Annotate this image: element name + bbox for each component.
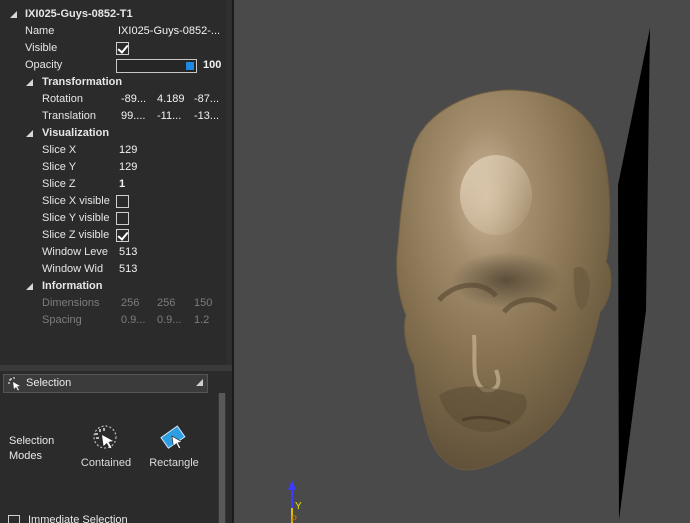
dimensions-row: Dimensions 256 256 150 [0,295,226,312]
spacing-z: 1.2 [194,314,210,326]
rotation-x[interactable]: -89... [121,91,146,108]
slice-y-value[interactable]: 129 [119,159,137,176]
contained-selection-icon [93,425,117,449]
slice-z-row: Slice Z 1 [0,176,226,193]
slice-z-visible-checkbox[interactable] [116,229,129,242]
translation-z[interactable]: -13... [194,108,219,125]
object-title: IXI025-Guys-0852-T1 [25,8,133,20]
window-width-value[interactable]: 513 [119,261,137,278]
render-viewport[interactable]: Y P [234,0,690,523]
slice-y-label: Slice Y [42,161,77,173]
dimensions-x: 256 [121,297,140,309]
spacing-label: Spacing [42,314,82,326]
name-value[interactable]: IXI025-Guys-0852-... [118,23,220,40]
slice-y-visible-checkbox[interactable] [116,212,129,225]
window-level-row: Window Leve 513 [0,244,226,261]
transformation-title: Transformation [42,76,123,88]
dimensions-y: 256 [157,297,176,309]
contained-mode-label: Contained [80,457,132,469]
collapse-triangle-icon[interactable] [26,130,33,137]
slice-z-value[interactable]: 1 [119,176,125,193]
axis-p-label: P [291,514,297,523]
selection-modes-label: Selection Modes [9,435,55,462]
opacity-label: Opacity [25,59,63,71]
selection-cursor-icon [8,377,20,391]
properties-panel: IXI025-Guys-0852-T1 Name IXI025-Guys-085… [0,0,232,365]
immediate-selection-checkbox[interactable] [8,515,20,523]
rotation-label: Rotation [42,93,83,105]
slice-y-visible-label: Slice Y visible [42,212,110,224]
slice-y-row: Slice Y 129 [0,159,226,176]
opacity-value: 100 [203,59,222,71]
window-width-row: Window Wid 513 [0,261,226,278]
visible-row: Visible [0,40,226,57]
translation-y[interactable]: -11... [157,108,181,125]
opacity-row: Opacity 100 [0,57,226,74]
slice-x-row: Slice X 129 [0,142,226,159]
slice-z-label: Slice Z [42,178,76,190]
opacity-slider-thumb[interactable] [186,62,194,70]
collapse-triangle-icon[interactable] [26,79,33,86]
window-width-label: Window Wid [42,263,104,275]
transformation-header[interactable]: Transformation [0,74,226,91]
rotation-y[interactable]: 4.189 [157,91,185,108]
visualization-title: Visualization [42,127,110,139]
axis-y-label: Y [295,501,302,512]
slice-x-label: Slice X [42,144,77,156]
opacity-slider[interactable] [116,59,197,73]
slice-y-visible-row: Slice Y visible [0,210,226,227]
immediate-selection-label: Immediate Selection [28,514,128,523]
volume-render[interactable]: Y P [234,0,690,523]
spacing-y: 0.9... [157,314,182,326]
spacing-x: 0.9... [121,314,146,326]
selection-scrollbar[interactable] [218,393,226,523]
rectangle-mode-label: Rectangle [149,457,199,469]
visible-label: Visible [25,42,58,54]
spacing-row: Spacing 0.9... 0.9... 1.2 [0,312,226,329]
slice-z-visible-row: Slice Z visible [0,227,226,244]
rectangle-mode-button[interactable]: Rectangle [144,424,204,469]
dimensions-z: 150 [194,297,213,309]
head-volume [396,89,612,471]
window-level-value[interactable]: 513 [119,244,137,261]
translation-label: Translation [42,110,97,122]
rotation-z[interactable]: -87... [194,91,219,108]
information-title: Information [42,280,103,292]
visualization-header[interactable]: Visualization [0,125,226,142]
selection-panel-title: Selection [26,377,72,389]
selection-scrollbar-thumb[interactable] [219,393,225,523]
panel-splitter[interactable] [0,365,232,371]
slice-x-visible-label: Slice X visible [42,195,110,207]
collapse-triangle-icon[interactable] [10,11,17,18]
object-title-row[interactable]: IXI025-Guys-0852-T1 [0,6,226,23]
rectangle-selection-icon [160,425,186,450]
left-panel: IXI025-Guys-0852-T1 Name IXI025-Guys-085… [0,0,234,523]
rotation-row: Rotation -89... 4.189 -87... [0,91,226,108]
slice-x-visible-row: Slice X visible [0,193,226,210]
name-row: Name IXI025-Guys-0852-... [0,23,226,40]
window-level-label: Window Leve [42,246,109,258]
visible-checkbox[interactable] [116,42,129,55]
information-header[interactable]: Information [0,278,226,295]
slice-plane [618,28,650,520]
contained-mode-button[interactable]: Contained [76,424,136,469]
translation-row: Translation 99.... -11... -13... [0,108,226,125]
slice-x-value[interactable]: 129 [119,142,137,159]
translation-x[interactable]: 99.... [121,108,145,125]
slice-x-visible-checkbox[interactable] [116,195,129,208]
dimensions-label: Dimensions [42,297,100,309]
name-label: Name [25,25,55,37]
collapse-triangle-icon[interactable] [196,379,203,386]
slice-z-visible-label: Slice Z visible [42,229,110,241]
selection-panel-header[interactable]: Selection [3,374,208,393]
collapse-triangle-icon[interactable] [26,283,33,290]
orientation-axes: Y P [288,480,302,523]
